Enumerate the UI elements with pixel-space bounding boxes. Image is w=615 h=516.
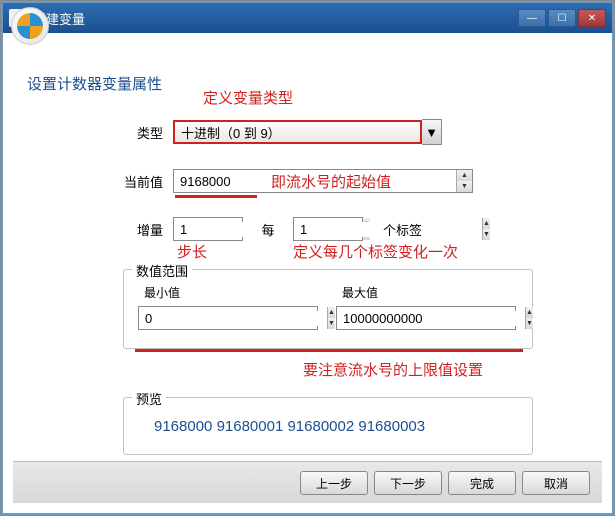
per-spinner[interactable]: ▲▼ [482,218,490,240]
annotation-current: 即流水号的起始值 [271,171,391,192]
current-spinner[interactable]: ▲▼ [456,170,472,192]
title-bar: ◆ 新建变量 — ☐ ✕ [3,3,612,33]
type-select[interactable]: 十进制（0 到 9） [173,120,422,144]
type-label: 类型 [113,123,163,142]
per-label: 每 [243,220,293,239]
annotation-type: 定义变量类型 [203,87,293,108]
prev-button[interactable]: 上一步 [300,471,368,495]
finish-button[interactable]: 完成 [448,471,516,495]
dialog-content: 设置计数器变量属性 定义变量类型 类型 十进制（0 到 9） ▼ 当前值 ▲▼ … [13,39,602,503]
increment-label: 增量 [113,220,163,239]
current-label: 当前值 [113,172,163,191]
max-label: 最大值 [342,284,378,301]
window-title: 新建变量 [33,9,516,28]
min-spinner[interactable]: ▲▼ [327,307,335,329]
min-label: 最小值 [144,284,180,301]
min-input[interactable] [139,311,327,326]
minimize-button[interactable]: — [518,9,546,27]
preview-text: 9168000 91680001 91680002 91680003 [154,418,425,435]
close-button[interactable]: ✕ [578,9,606,27]
type-value: 十进制（0 到 9） [181,123,281,142]
maximize-button[interactable]: ☐ [548,9,576,27]
preview-legend: 预览 [132,389,166,408]
preview-fieldset: 预览 9168000 91680001 91680002 91680003 [123,397,533,455]
cancel-button[interactable]: 取消 [522,471,590,495]
annotation-limit: 要注意流水号的上限值设置 [303,359,483,380]
per-unit: 个标签 [383,220,422,239]
range-fieldset: 数值范围 最小值 最大值 ▲▼ ▲▼ [123,269,533,349]
max-spinner[interactable]: ▲▼ [525,307,533,329]
watermark-logo [11,7,49,45]
next-button[interactable]: 下一步 [374,471,442,495]
chevron-down-icon: ▼ [425,125,438,140]
page-subtitle: 设置计数器变量属性 [27,73,162,94]
annotation-step: 步长 [177,241,207,262]
max-input[interactable] [337,311,525,326]
annotation-per: 定义每几个标签变化一次 [293,241,458,262]
range-legend: 数值范围 [132,261,192,280]
